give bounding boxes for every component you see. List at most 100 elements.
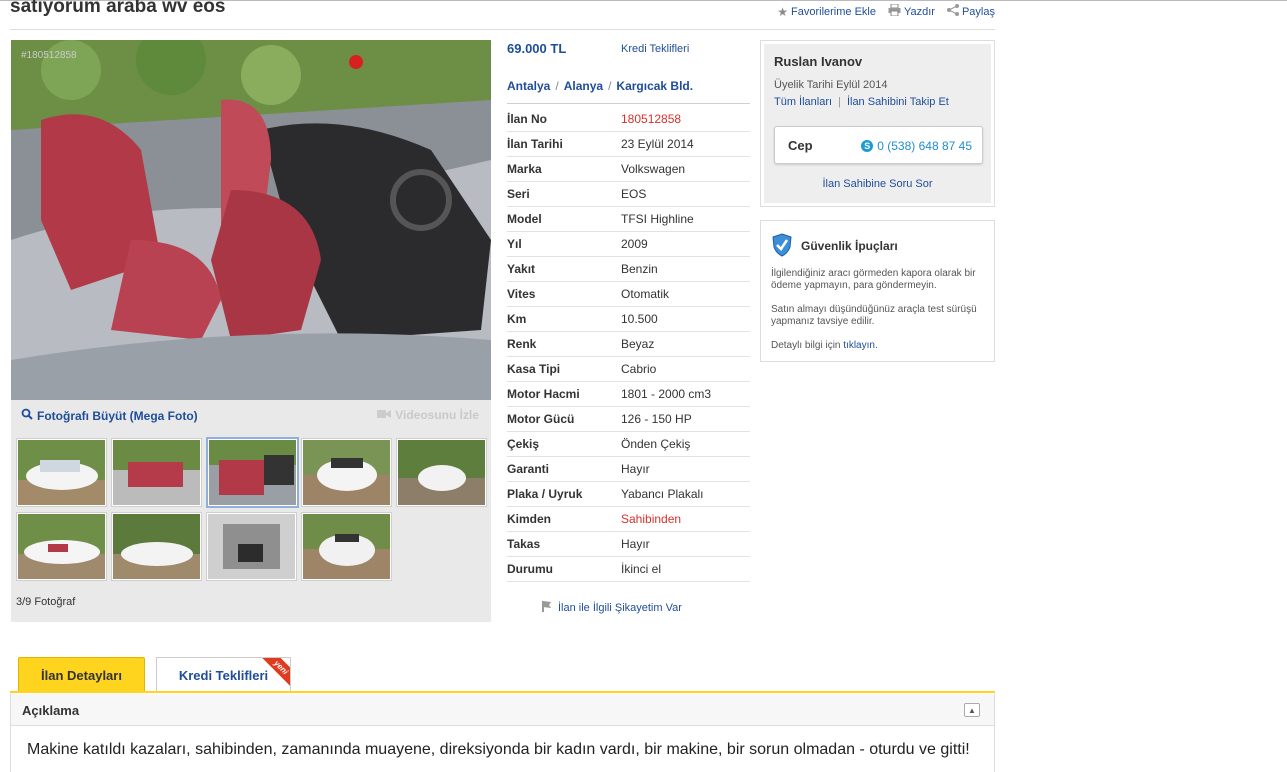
detail-label: Model [507,212,542,226]
credit-offers-link[interactable]: Kredi Teklifleri [621,43,689,55]
price: 69.000 TL [507,41,567,56]
tip-more-link[interactable]: tıklayın [843,340,875,351]
detail-value: Sahibinden [621,512,682,526]
location-district[interactable]: Alanya [564,79,603,93]
detail-value: İkinci el [621,562,662,576]
detail-row: Kasa Tipi Cabrio [507,357,750,382]
detail-label: Vites [507,287,536,301]
detail-value: 2009 [621,237,648,251]
collapse-icon[interactable]: ▲ [964,703,980,717]
listing-actions: ★ Favorilerime Ekle Yazdır Paylaş [777,3,995,19]
tip-paragraph: İlgilendiğiniz aracı görmeden kapora ola… [771,268,976,291]
complaint-label: İlan ile İlgili Şikayetim Var [558,601,682,614]
detail-row: Renk Beyaz [507,332,750,357]
detail-label: Plaka / Uyruk [507,487,583,501]
detail-row: Takas Hayır [507,532,750,557]
favorite-link[interactable]: ★ Favorilerime Ekle [777,4,876,19]
detail-row: Motor Hacmi 1801 - 2000 cm3 [507,382,750,407]
detail-value: Önden Çekiş [621,437,691,451]
detail-label: İlan No [507,112,548,126]
follow-seller-link[interactable]: İlan Sahibini Takip Et [847,96,949,108]
thumbnail[interactable] [16,512,107,581]
thumbnail[interactable] [301,512,392,581]
video-camera-icon [377,408,392,422]
tab-listing-details[interactable]: İlan Detayları [18,657,145,692]
magnifier-icon [21,408,33,423]
detail-value: 180512858 [621,112,682,126]
detail-label: Renk [507,337,537,351]
description-body: Makine katıldı kazaları, sahibinden, zam… [10,726,995,772]
detail-row: Plaka / Uyruk Yabancı Plakalı [507,482,750,507]
print-label: Yazdır [903,5,935,18]
print-link[interactable]: Yazdır [888,3,935,19]
detail-label: Takas [507,537,541,551]
title-divider [10,29,995,30]
thumbnail[interactable] [396,438,487,507]
detail-value: Beyaz [621,337,655,351]
star-icon: ★ [777,4,789,19]
phone-number-link[interactable]: S 0 (538) 648 87 45 [861,139,972,153]
detail-label: Yıl [507,237,522,251]
phone-box: Cep S 0 (538) 648 87 45 [774,126,983,164]
detail-value: EOS [621,187,647,201]
complaint-link[interactable]: İlan ile İlgili Şikayetim Var [541,600,682,615]
detail-label: Km [507,312,527,326]
thumbnail[interactable] [206,512,297,581]
location-separator: / [555,79,559,93]
detail-row: Marka Volkswagen [507,157,750,182]
detail-row: Km 10.500 [507,307,750,332]
mega-foto-link[interactable]: Fotoğrafı Büyüt (Mega Foto) [21,408,198,423]
phone-number: 0 (538) 648 87 45 [877,139,972,153]
tip-more-suffix: . [874,340,878,351]
gallery-toolbar: Fotoğrafı Büyüt (Mega Foto) Videosunu İz… [11,402,491,428]
seller-panel: Ruslan Ivanov Üyelik Tarihi Eylül 2014 T… [760,40,995,207]
video-link[interactable]: Videosunu İzle [377,408,479,422]
all-ads-link[interactable]: Tüm İlanları [774,96,832,108]
printer-icon [888,3,901,19]
thumbnail[interactable] [16,438,107,507]
link-separator: | [838,96,841,108]
detail-row: Çekiş Önden Çekiş [507,432,750,457]
member-since: Üyelik Tarihi Eylül 2014 [774,79,888,91]
detail-row: Vites Otomatik [507,282,750,307]
detail-value: Otomatik [621,287,670,301]
thumbnail-selected[interactable] [206,437,299,508]
main-photo[interactable]: #180512858 [11,40,491,400]
detail-value: 23 Eylül 2014 [621,137,694,151]
security-tips-panel: Güvenlik İpuçları İlgilendiğiniz aracı g… [760,220,995,362]
detail-value: 1801 - 2000 cm3 [621,387,712,401]
tab-credit-offers[interactable]: Kredi Teklifleri yeni [156,657,291,692]
detail-value: Benzin [621,262,658,276]
location-neighborhood[interactable]: Kargıcak Bld. [616,79,693,93]
ask-seller-link[interactable]: İlan Sahibine Soru Sor [764,178,991,190]
share-label: Paylaş [961,5,995,18]
tip-more-prefix: Detaylı bilgi için [771,340,844,351]
detail-row: Garanti Hayır [507,457,750,482]
detail-row: Model TFSI Highline [507,207,750,232]
tab-underline [10,691,995,693]
detail-value: 126 - 150 HP [621,412,692,426]
thumbnail[interactable] [111,512,202,581]
detail-label: Kasa Tipi [507,362,561,376]
location-city[interactable]: Antalya [507,79,550,93]
tab-credit-label: Kredi Teklifleri [178,667,269,683]
breadcrumb-location: Antalya / Alanya / Kargıcak Bld. [507,79,693,93]
share-icon [946,4,959,19]
thumbnail[interactable] [301,438,392,507]
listing-title: satıyorum araba wv eos [10,0,226,17]
detail-label: Seri [507,187,530,201]
detail-label: Durumu [507,562,553,576]
description-text: Makine katıldı kazaları, sahibinden, zam… [27,741,970,758]
detail-value: 10.500 [621,312,658,326]
detail-row: Motor Gücü 126 - 150 HP [507,407,750,432]
detail-row: Yıl 2009 [507,232,750,257]
detail-label: Kimden [507,512,552,526]
detail-label: Çekiş [507,437,540,451]
seller-panel-inner: Ruslan Ivanov Üyelik Tarihi Eylül 2014 T… [764,44,991,203]
thumbnail[interactable] [111,438,202,507]
detail-label: Garanti [507,462,550,476]
share-link[interactable]: Paylaş [946,4,995,19]
description-title: Açıklama [22,703,80,718]
detail-value: Volkswagen [621,162,686,176]
seller-links: Tüm İlanları | İlan Sahibini Takip Et [774,96,949,108]
